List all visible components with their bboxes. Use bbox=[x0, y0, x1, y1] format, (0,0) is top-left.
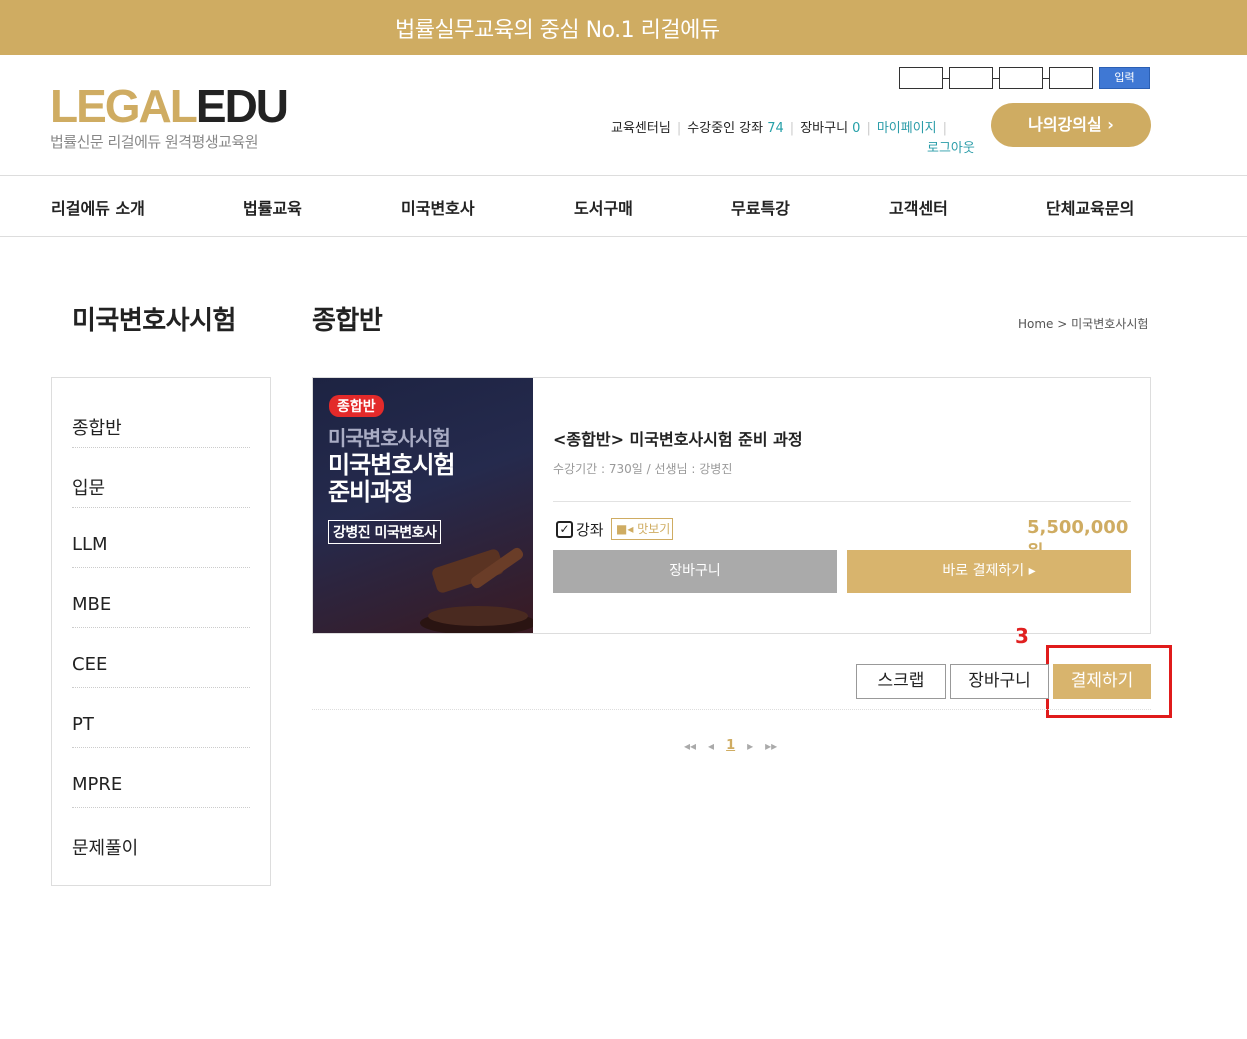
thumb-line-2: 미국변호시험 준비과정 bbox=[328, 451, 455, 506]
page-title: 종합반 bbox=[312, 306, 383, 336]
logo-edu: EDU bbox=[195, 80, 289, 132]
thumb-line-1: 미국변호사시험 bbox=[328, 426, 451, 450]
pager-first-icon[interactable]: ◂◂ bbox=[684, 739, 696, 753]
sidebar-item-problem-solving[interactable]: 문제풀이 bbox=[72, 808, 250, 868]
video-camera-icon: ■◂ bbox=[616, 522, 634, 536]
thumb-tag: 종합반 bbox=[329, 395, 384, 417]
main-nav: 리걸에듀 소개 법률교육 미국변호사 도서구매 무료특강 고객센터 단체교육문의 bbox=[0, 175, 1247, 237]
banner-slogan: 법률실무교육의 중심 No.1 리걸에듀 bbox=[395, 18, 720, 43]
logo-subtitle: 법률신문 리걸에듀 원격평생교육원 bbox=[50, 133, 259, 151]
pager-last-icon[interactable]: ▸▸ bbox=[765, 739, 777, 753]
gavel-icon bbox=[420, 547, 533, 633]
sidebar-item-cee[interactable]: CEE bbox=[72, 628, 250, 688]
course-meta: 수강기간 : 730일 / 선생님 : 강병진 bbox=[553, 462, 733, 476]
nav-item-legal-education[interactable]: 법률교육 bbox=[243, 195, 302, 219]
otp-enter-button[interactable]: 입력 bbox=[1099, 67, 1150, 89]
otp-field-2[interactable] bbox=[949, 67, 993, 89]
course-check-label: 강좌 bbox=[576, 521, 604, 539]
logo-legal: LEGAL bbox=[50, 80, 198, 132]
user-links: 교육센터님 | 수강중인 강좌 74 | 장바구니 0 | 마이페이지 | bbox=[611, 121, 948, 136]
sidebar-item-pt[interactable]: PT bbox=[72, 688, 250, 748]
course-card: 종합반 미국변호사시험 미국변호시험 준비과정 강병진 미국변호사 <종합반> 미… bbox=[312, 377, 1151, 634]
sidebar-menu: 종합반 입문 LLM MBE CEE PT MPRE 문제풀이 bbox=[51, 377, 271, 886]
pager-prev-icon[interactable]: ◂ bbox=[708, 739, 714, 753]
sidebar-item-mpre[interactable]: MPRE bbox=[72, 748, 250, 808]
my-lecture-room-button[interactable]: 나의강의실 › bbox=[991, 103, 1151, 147]
pager-current-page[interactable]: 1 bbox=[726, 738, 735, 753]
courses-count: 74 bbox=[767, 121, 784, 136]
header: LEGALEDU 법률신문 리걸에듀 원격평생교육원 입력 교육센터님 | 수강중인… bbox=[0, 55, 1247, 175]
add-to-cart-button[interactable]: 장바구니 bbox=[553, 550, 837, 593]
sidebar-item-intro[interactable]: 입문 bbox=[72, 448, 250, 508]
otp-input-group: 입력 bbox=[899, 67, 1150, 89]
otp-field-3[interactable] bbox=[999, 67, 1043, 89]
nav-item-about[interactable]: 리걸에듀 소개 bbox=[51, 195, 145, 219]
site-logo[interactable]: LEGALEDU 법률신문 리걸에듀 원격평생교육원 bbox=[50, 80, 289, 152]
nav-item-us-lawyer[interactable]: 미국변호사 bbox=[401, 195, 475, 219]
logout-link[interactable]: 로그아웃 bbox=[927, 137, 975, 156]
sidebar-item-comprehensive[interactable]: 종합반 bbox=[72, 388, 250, 448]
otp-field-1[interactable] bbox=[899, 67, 943, 89]
mypage-link[interactable]: 마이페이지 bbox=[877, 121, 937, 136]
section-divider bbox=[312, 709, 1151, 710]
course-checkbox[interactable]: ✓ bbox=[556, 521, 573, 538]
cart-button[interactable]: 장바구니 bbox=[950, 664, 1049, 699]
nav-item-free-lectures[interactable]: 무료특강 bbox=[731, 195, 790, 219]
user-center-name: 교육센터님 bbox=[611, 121, 671, 136]
preview-button[interactable]: ■◂ 맛보기 bbox=[611, 518, 673, 540]
nav-item-books[interactable]: 도서구매 bbox=[574, 195, 633, 219]
course-name[interactable]: <종합반> 미국변호사시험 준비 과정 bbox=[553, 426, 803, 450]
sidebar-item-llm[interactable]: LLM bbox=[72, 508, 250, 568]
nav-item-customer-center[interactable]: 고객센터 bbox=[889, 195, 948, 219]
sidebar-title: 미국변호사시험 bbox=[72, 306, 236, 336]
pager-next-icon[interactable]: ▸ bbox=[747, 739, 753, 753]
breadcrumb[interactable]: Home > 미국변호사시험 bbox=[1018, 315, 1148, 332]
nav-item-group-inquiry[interactable]: 단체교육문의 bbox=[1046, 195, 1134, 219]
checkout-button[interactable]: 결제하기 bbox=[1053, 664, 1151, 699]
cart-link[interactable]: 장바구니 0 bbox=[800, 121, 860, 136]
cart-count: 0 bbox=[852, 121, 861, 136]
pagination: ◂◂ ◂ 1 ▸ ▸▸ bbox=[684, 738, 777, 753]
otp-field-4[interactable] bbox=[1049, 67, 1093, 89]
annotation-step-number: 3 bbox=[1015, 624, 1029, 648]
course-thumbnail[interactable]: 종합반 미국변호사시험 미국변호시험 준비과정 강병진 미국변호사 bbox=[313, 378, 533, 633]
top-banner: 법률실무교육의 중심 No.1 리걸에듀 bbox=[0, 0, 1247, 55]
card-divider bbox=[553, 501, 1131, 502]
scrap-button[interactable]: 스크랩 bbox=[856, 664, 946, 699]
buy-now-button[interactable]: 바로 결제하기 ▸ bbox=[847, 550, 1131, 593]
my-courses-link[interactable]: 수강중인 강좌 74 bbox=[687, 121, 784, 136]
sidebar-item-mbe[interactable]: MBE bbox=[72, 568, 250, 628]
